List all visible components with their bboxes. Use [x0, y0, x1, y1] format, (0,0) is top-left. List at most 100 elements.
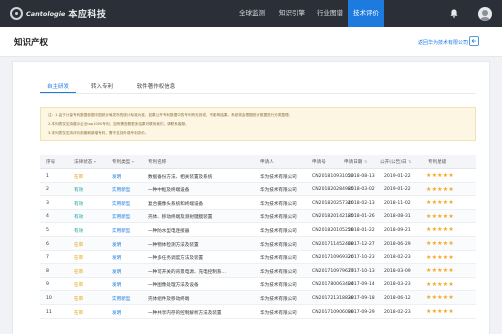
cell-publication-date: 2018-09-21 [384, 227, 411, 233]
table-row[interactable]: 1 在审 发明 数据备份方法、相关装置及系统 华为技术有限公司 CN20181093105… [40, 169, 476, 183]
cell-patent-name[interactable]: 一种可开关的背景电源、充电控制系… [148, 269, 226, 275]
table-row[interactable]: 8 在审 发明 一种可开关的背景电源、充电控制系… 华为技术有限公司 CN20171097… [40, 264, 476, 278]
table-row[interactable]: 3 有效 实用新型 复合摄像头系统和终端设备 华为技术有限公司 CN20182025734… [40, 196, 476, 210]
cell-publication-date: 2019-01-22 [384, 187, 411, 193]
cell-legal-status: 有效 [74, 188, 84, 194]
cell-patent-name[interactable]: 壳体组件及移动终端 [148, 296, 189, 302]
cell-index: 5 [46, 227, 49, 233]
active-tab-indicator [40, 92, 76, 93]
cell-patent-name[interactable]: 一种图像处理方法及设备 [148, 282, 199, 288]
cell-application-date: 2017-09-18 [348, 295, 375, 301]
star-rating: ★★★★★ [426, 199, 454, 207]
header-application-number: 申请号 [312, 160, 326, 165]
cell-legal-status: 有效 [74, 228, 84, 234]
cell-publication-date: 2018-02-23 [384, 309, 411, 315]
cell-application-date: 2017-09-29 [348, 309, 375, 315]
header-applicant: 申请人 [260, 160, 274, 165]
table-row[interactable]: 4 有效 实用新型 壳体、移动终端及测射键膜装置 华为技术有限公司 CN201820142… [40, 209, 476, 224]
star-rating: ★★★★★ [426, 308, 454, 315]
table-row[interactable]: 10 在审 实用新型 壳体组件及移动终端 华为技术有限公司 CN201721318838 2… [40, 291, 476, 305]
cell-patent-type: 实用新型 [112, 215, 131, 221]
cell-patent-type: 发明 [112, 242, 122, 248]
cell-application-date: 2018-01-22 [348, 227, 375, 233]
cell-applicant: 华为技术有限公司 [260, 188, 297, 194]
sort-icon[interactable]: ⇅ [364, 159, 367, 164]
cell-legal-status: 在审 [74, 310, 84, 316]
table-row[interactable]: 11 在审 发明 一种共享内存的控制解析方法及装置 华为技术有限公司 CN20171090… [40, 305, 476, 319]
cell-publication-date: 2018-03-09 [384, 268, 411, 274]
filter-icon[interactable]: ▾ [132, 159, 134, 164]
nav-item-knowledge-engine[interactable]: 知识引擎 [272, 0, 312, 27]
notice-line-3: 3.本列表仅支持评价前期和新增专利，需不支持外观专利评价。 [48, 131, 149, 135]
cell-applicant: 华为技术有限公司 [260, 201, 297, 207]
cell-publication-date: 2019-01-22 [384, 173, 411, 179]
cell-index: 11 [46, 309, 52, 315]
cell-legal-status: 在审 [74, 242, 84, 248]
header-patent-type[interactable]: 专利类型 ▾ [112, 159, 134, 165]
page-title: 知识产权 [14, 38, 49, 48]
nav-item-industry-map[interactable]: 行业图谱 [312, 0, 348, 27]
cell-index: 8 [46, 268, 49, 274]
header-patent-type-label: 专利类型 [112, 160, 131, 165]
logo-icon [10, 7, 23, 20]
star-rating: ★★★★★ [426, 226, 454, 234]
cell-legal-status: 在审 [74, 256, 84, 262]
star-rating: ★★★★★ [426, 294, 454, 302]
cell-publication-date: 2018-11-02 [384, 200, 411, 206]
back-to-company-link[interactable]: 返回华为技术有限公司 [418, 39, 468, 46]
cell-index: 4 [46, 214, 49, 220]
cell-applicant: 华为技术有限公司 [260, 283, 297, 289]
cell-application-date: 2017-10-23 [348, 255, 375, 261]
cell-patent-name[interactable]: 一种防水型电连接器 [148, 228, 189, 234]
cell-application-date: 2017-10-13 [348, 268, 375, 274]
star-rating: ★★★★★ [426, 172, 454, 179]
bell-icon[interactable] [450, 9, 458, 18]
cell-index: 9 [46, 282, 49, 288]
header-publication-date[interactable]: 公开(公告)日 ⇅ [380, 159, 411, 165]
header-legal-status[interactable]: 法律状态 ▾ [74, 159, 96, 165]
cell-patent-name[interactable]: 一种物体检测方法及装置 [148, 242, 199, 248]
nav-item-global-monitoring[interactable]: 全球监测 [232, 0, 272, 27]
cell-applicant: 华为技术有限公司 [260, 174, 297, 180]
notice-line-1: 注：1.由于计量专利数据依据中国统计局发布的统计标准为准，如果公开专利数据中的专… [48, 113, 293, 117]
cell-patent-name[interactable]: 一种多任务调度方法及装置 [148, 255, 203, 261]
header-index: 序号 [46, 160, 56, 165]
cell-index: 3 [46, 200, 49, 206]
cell-patent-type: 发明 [112, 283, 122, 289]
table-row[interactable]: 5 有效 实用新型 一种防水型电连接器 华为技术有限公司 CN201820105258 20… [40, 223, 476, 237]
cell-patent-name[interactable]: 壳体、移动终端及测射键膜装置 [148, 214, 212, 220]
cell-application-date: 2018-01-26 [348, 214, 375, 220]
cell-application-date: 2017-09-14 [348, 282, 375, 288]
return-arrow-icon[interactable] [469, 36, 479, 46]
cell-patent-name[interactable]: 复合摄像头系统和终端设备 [148, 201, 203, 207]
nav-item-tech-evaluation[interactable]: 技术评价 [348, 0, 384, 27]
cell-patent-name[interactable]: 一种中框及终端设备 [148, 187, 189, 193]
table-row[interactable]: 9 在审 发明 一种图像处理方法及设备 华为技术有限公司 CN201780063404 20… [40, 278, 476, 292]
cell-index: 6 [46, 241, 49, 247]
sort-icon[interactable]: ⇅ [408, 159, 411, 164]
table-row[interactable]: 7 在审 发明 一种多任务调度方法及装置 华为技术有限公司 CN201710969326 2… [40, 251, 476, 265]
header-application-date[interactable]: 申请日期 ⇅ [344, 159, 367, 165]
cell-applicant: 华为技术有限公司 [260, 215, 297, 221]
cell-index: 1 [46, 173, 49, 179]
star-rating: ★★★★★ [426, 240, 454, 247]
logo-cn-text: 本应科技 [68, 10, 107, 20]
cell-patent-name[interactable]: 一种共享内存的控制解析方法及装置 [148, 310, 222, 316]
cell-patent-name[interactable]: 数据备份方法、相关装置及系统 [148, 174, 212, 180]
cell-application-date: 2018-03-02 [348, 187, 375, 193]
user-avatar[interactable] [478, 7, 492, 21]
cell-patent-type: 发明 [112, 269, 122, 275]
logo[interactable]: Cantologie 本应科技 [10, 7, 106, 20]
star-rating: ★★★★★ [426, 253, 454, 261]
cell-legal-status: 有效 [74, 215, 84, 221]
top-navbar: Cantologie 本应科技 全球监测 知识引擎 行业图谱 技术评价 [0, 0, 502, 27]
star-rating: ★★★★★ [426, 212, 454, 220]
cell-legal-status: 有效 [74, 201, 84, 207]
table-header: 序号 法律状态 ▾ 专利类型 ▾ 专利名称 申请人 申请号 申请日期 ⇅ 公开(… [40, 155, 476, 169]
table-row[interactable]: 2 有效 实用新型 一种中框及终端设备 华为技术有限公司 CN201820284985 20… [40, 182, 476, 197]
filter-icon[interactable]: ▾ [94, 159, 96, 164]
cell-applicant: 华为技术有限公司 [260, 269, 297, 275]
tab-divider [40, 93, 476, 94]
notice-box: 注：1.由于计量专利数据依据中国统计局发布的统计标准为准，如果公开专利数据中的专… [40, 107, 476, 141]
table-row[interactable]: 6 在审 发明 一种物体检测方法及装置 华为技术有限公司 CN201711452468 20… [40, 237, 476, 251]
